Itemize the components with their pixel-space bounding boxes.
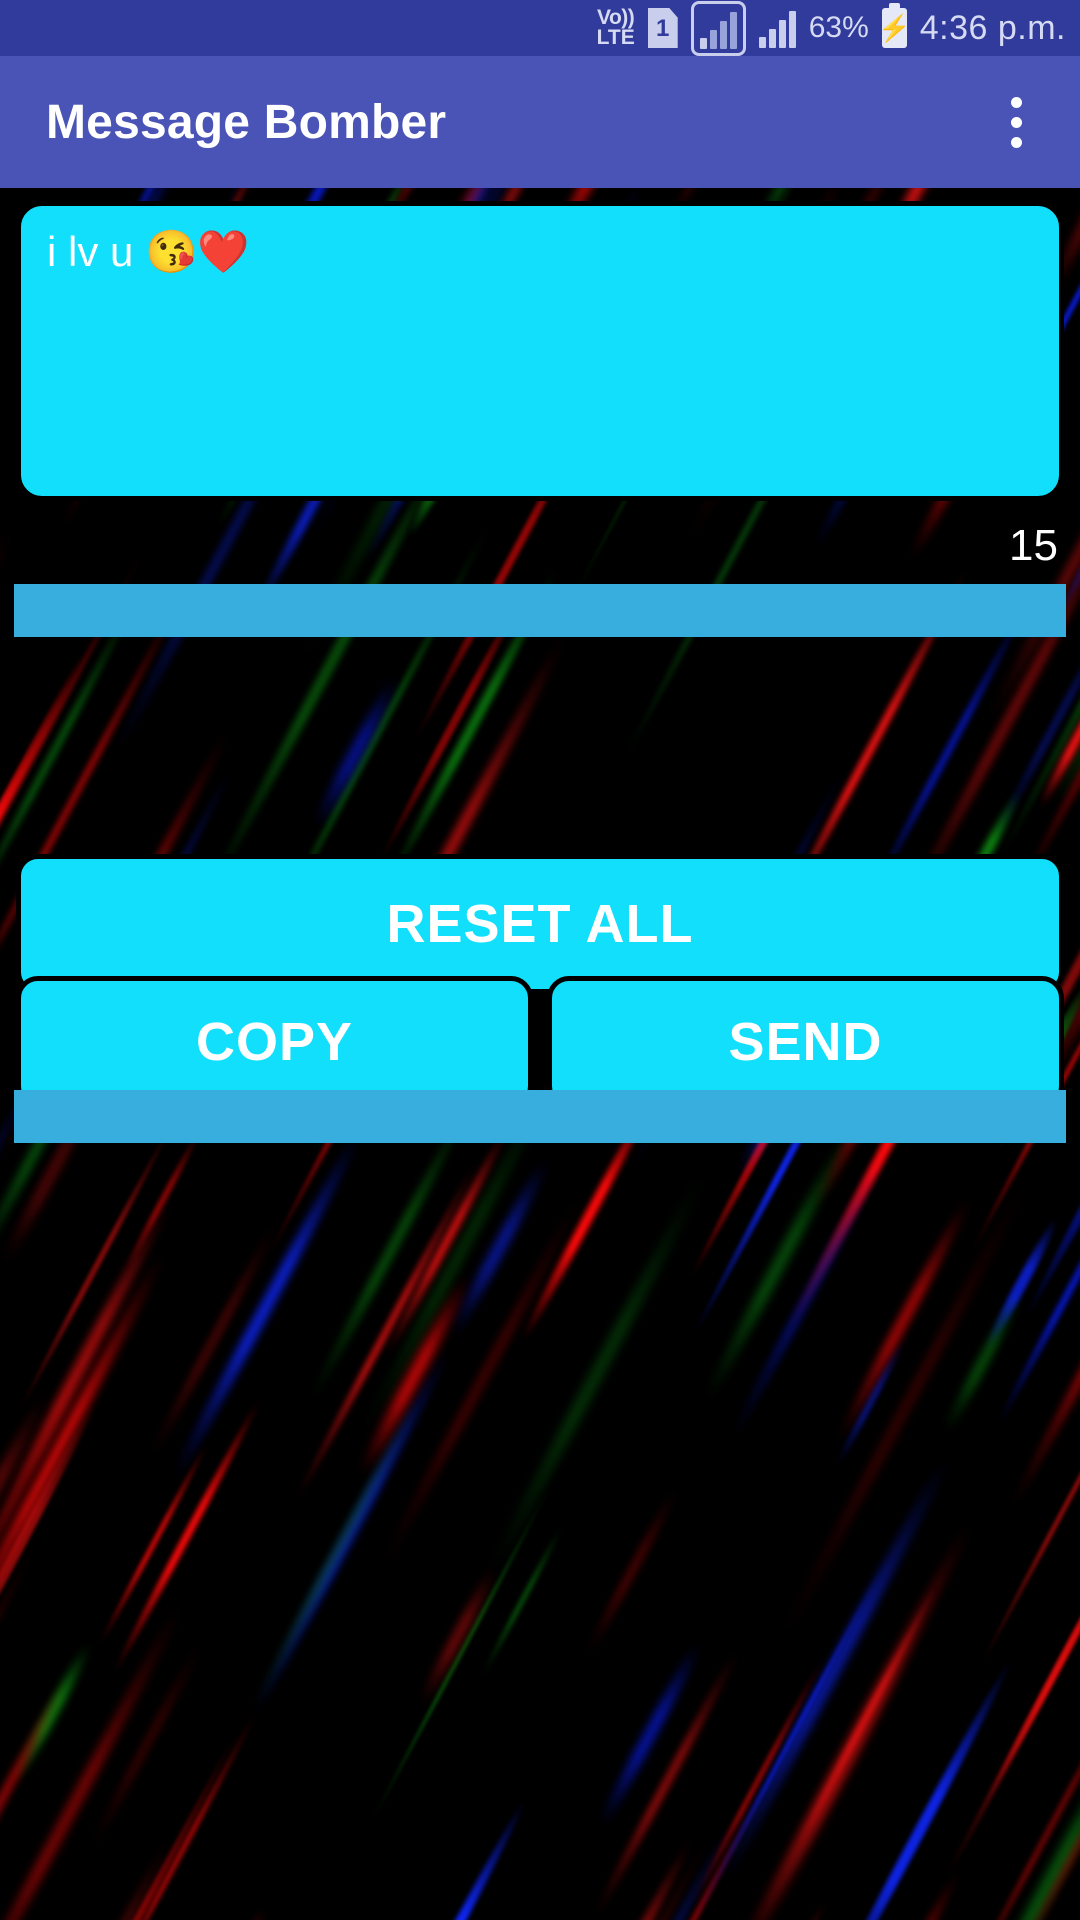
message-input[interactable]: i lv u 😘❤️ <box>16 201 1064 501</box>
charging-bolt-icon: ⚡ <box>878 13 911 43</box>
more-vert-icon[interactable] <box>984 77 1048 167</box>
signal-bar-2 <box>768 29 776 48</box>
volte-icon: Vo)) LTE <box>596 6 635 49</box>
signal-bar-1 <box>699 37 707 49</box>
page-title: Message Bomber <box>46 95 447 149</box>
volte-line1: Vo)) <box>597 6 635 30</box>
status-bar: Vo)) LTE 1 63% ⚡ 4:36 p.m. <box>0 0 1080 56</box>
volte-line2: LTE <box>596 26 635 49</box>
battery-percent-label: 63% <box>808 11 869 44</box>
copy-button[interactable]: COPY <box>16 976 533 1108</box>
delay-seekbar[interactable] <box>14 1090 1066 1143</box>
overflow-dot <box>1010 96 1022 108</box>
signal-bar-3 <box>778 20 786 48</box>
action-button-row: COPY SEND <box>16 976 1064 1108</box>
signal-bars-boxed-icon <box>690 0 746 56</box>
signal-bars-group <box>699 9 737 49</box>
signal-bar-2 <box>709 29 717 49</box>
signal-bar-4 <box>729 11 737 49</box>
signal-bar-3 <box>719 20 727 49</box>
app-screen: Vo)) LTE 1 63% ⚡ 4:36 p.m. Message Bombe… <box>0 0 1080 1920</box>
reset-all-button[interactable]: RESET ALL <box>16 854 1064 994</box>
send-button[interactable]: SEND <box>547 976 1064 1108</box>
overflow-dot <box>1010 116 1022 128</box>
repeat-count-seekbar[interactable] <box>14 584 1066 637</box>
main-content: i lv u 😘❤️ 15 RESET ALL COPY SEND <box>0 188 1080 1920</box>
repeat-count-label: 15 <box>1009 521 1058 570</box>
battery-charging-icon: ⚡ <box>878 3 911 48</box>
overflow-dot <box>1010 136 1022 148</box>
sim-card-1-icon: 1 <box>647 8 678 48</box>
signal-bar-4 <box>788 11 796 48</box>
status-bar-clock: 4:36 p.m. <box>919 8 1066 47</box>
signal-bar-1 <box>758 37 766 48</box>
signal-bars-icon <box>758 8 796 48</box>
app-bar: Message Bomber <box>0 56 1080 188</box>
sim-card-number: 1 <box>656 15 670 42</box>
